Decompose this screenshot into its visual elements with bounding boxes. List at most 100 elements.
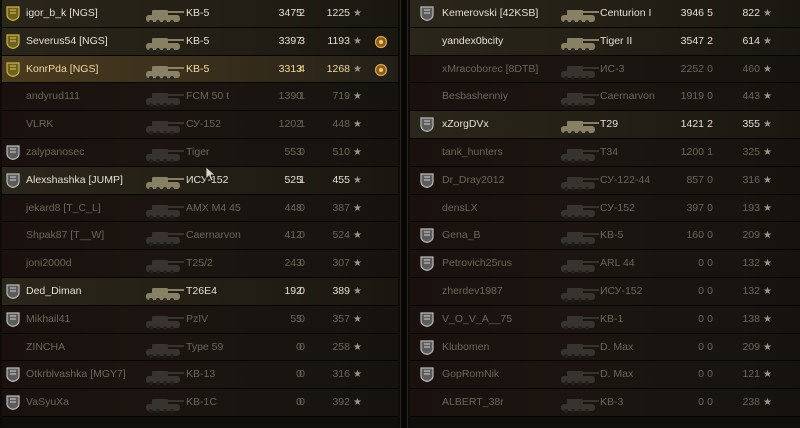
damage-score: 857 bbox=[686, 173, 704, 186]
player-name[interactable]: VLRK bbox=[26, 111, 156, 138]
player-row[interactable]: Kemerovski [42KSB] Centurion I 3946 5 822 ★ bbox=[410, 0, 800, 28]
player-name[interactable]: VaSyuXa bbox=[26, 389, 156, 416]
experience-value: 325 bbox=[742, 145, 760, 158]
player-row[interactable]: V_O_V_A__75 KB-1 0 0 138 ★ bbox=[410, 305, 800, 334]
player-row[interactable]: Alexshashka [JUMP] ИСУ-152 525 1 455 ★ bbox=[2, 166, 398, 195]
player-row[interactable]: andyrud111 FCM 50 t 1390 1 719 ★ bbox=[2, 83, 398, 112]
player-row[interactable]: Ded_Diman T26E4 192 0 389 ★ bbox=[2, 277, 398, 306]
player-name[interactable]: V_O_V_A__75 bbox=[442, 306, 572, 333]
player-name[interactable]: joni2000d bbox=[26, 250, 156, 277]
player-name[interactable]: ZINCHA bbox=[26, 334, 156, 361]
player-name[interactable]: Otkrblvashka [MGY7] bbox=[26, 361, 156, 388]
tank-silhouette-icon bbox=[140, 280, 186, 304]
player-name[interactable]: densLX bbox=[442, 195, 572, 222]
player-row[interactable]: ZINCHA Type 59 0 0 258 ★ bbox=[2, 333, 398, 362]
kills-count: 0 bbox=[707, 201, 713, 214]
tank-silhouette-icon bbox=[140, 30, 186, 54]
player-name[interactable]: GopRomNik bbox=[442, 361, 572, 388]
player-name[interactable]: Kemerovski [42KSB] bbox=[442, 0, 572, 27]
kills-count: 0 bbox=[299, 284, 305, 297]
player-name[interactable]: Dr_Dray2012 bbox=[442, 167, 572, 194]
right-team-list: Kemerovski [42KSB] Centurion I 3946 5 822 ★ ya… bbox=[410, 0, 800, 428]
player-name[interactable]: xZorgDVx bbox=[442, 111, 572, 138]
tank-silhouette-icon bbox=[555, 280, 601, 304]
player-row[interactable]: VaSyuXa KB-1C 0 0 392 ★ bbox=[2, 389, 398, 417]
player-name[interactable]: jekard8 [T_C_L] bbox=[26, 195, 156, 222]
player-row[interactable]: xZorgDVx T29 1421 2 355 ★ bbox=[410, 111, 800, 139]
player-name[interactable]: igor_b_k [NGS] bbox=[26, 0, 156, 27]
player-row[interactable]: densLX СУ-152 397 0 193 ★ bbox=[410, 194, 800, 223]
shield-rank-icon bbox=[6, 61, 20, 77]
damage-score: 0 bbox=[296, 368, 302, 381]
player-row[interactable]: Severus54 [NGS] KB-5 3397 3 1193 ★ bbox=[2, 27, 398, 56]
player-row[interactable]: Shpak87 [T__W] Caernarvon 412 0 524 ★ bbox=[2, 222, 398, 251]
shield-rank-icon bbox=[6, 34, 20, 49]
tank-silhouette-icon bbox=[140, 169, 186, 193]
damage-score: 1200 bbox=[680, 145, 704, 158]
damage-score: 1390 bbox=[278, 90, 302, 103]
tank-silhouette-icon bbox=[555, 336, 601, 360]
player-name[interactable]: zherdev1987 bbox=[442, 278, 572, 305]
shield-rank-icon bbox=[420, 173, 434, 188]
player-row[interactable]: GopRomNik D. Max 0 0 121 ★ bbox=[410, 361, 800, 390]
kills-count: 0 bbox=[707, 284, 713, 297]
player-row[interactable]: tank_hunters T34 1200 1 325 ★ bbox=[410, 138, 800, 167]
player-name[interactable]: Alexshashka [JUMP] bbox=[26, 167, 156, 194]
player-name[interactable]: Gena_B bbox=[442, 222, 572, 249]
player-row[interactable]: Otkrblvashka [MGY7] KB-13 0 0 316 ★ bbox=[2, 361, 398, 390]
player-name[interactable]: Shpak87 [T__W] bbox=[26, 222, 156, 249]
player-row[interactable]: jekard8 [T_C_L] AMX M4 45 448 0 387 ★ bbox=[2, 194, 398, 223]
player-row[interactable]: VLRK СУ-152 1202 1 448 ★ bbox=[2, 111, 398, 139]
player-name[interactable]: Petrovich25rus bbox=[442, 250, 572, 277]
player-row[interactable]: Dr_Dray2012 СУ-122-44 857 0 316 ★ bbox=[410, 166, 800, 195]
player-row[interactable]: zherdev1987 ИСУ-152 0 0 132 ★ bbox=[410, 277, 800, 306]
player-row[interactable]: Mikhail41 PzIV 55 0 357 ★ bbox=[2, 305, 398, 334]
player-name[interactable]: Klubomen bbox=[442, 334, 572, 361]
player-name[interactable]: Severus54 [NGS] bbox=[26, 28, 156, 55]
player-row[interactable]: yandex0bcity Tiger II 3547 2 614 ★ bbox=[410, 27, 800, 56]
tank-silhouette-icon bbox=[555, 85, 601, 109]
player-row[interactable]: Klubomen D. Max 0 0 209 ★ bbox=[410, 333, 800, 362]
player-name[interactable]: Mikhail41 bbox=[26, 306, 156, 333]
player-row[interactable]: Besbashenniy Caernarvon 1919 0 443 ★ bbox=[410, 83, 800, 112]
player-name[interactable]: tank_hunters bbox=[442, 139, 572, 166]
experience-value: 238 bbox=[742, 396, 760, 409]
kills-count: 0 bbox=[707, 62, 713, 75]
experience-value: 443 bbox=[742, 90, 760, 103]
player-name[interactable]: Ded_Diman bbox=[26, 278, 156, 305]
damage-score: 1202 bbox=[278, 118, 302, 131]
star-icon: ★ bbox=[763, 174, 772, 186]
player-name[interactable]: ALBERT_38r bbox=[442, 389, 572, 416]
player-row[interactable]: Petrovich25rus ARL 44 0 0 132 ★ bbox=[410, 250, 800, 278]
star-icon: ★ bbox=[353, 174, 362, 186]
battle-results-board: igor_b_k [NGS] KB-5 3475 2 1225 ★ Severus54 [N… bbox=[0, 0, 800, 428]
player-row[interactable]: zalypanosec Tiger 553 0 510 ★ bbox=[2, 138, 398, 167]
player-row[interactable]: xMracoborec [8DTB] ИС-3 2252 0 460 ★ bbox=[410, 55, 800, 84]
player-name[interactable]: andyrud111 bbox=[26, 83, 156, 110]
shield-rank-icon bbox=[6, 367, 20, 383]
player-name[interactable]: xMracoborec [8DTB] bbox=[442, 56, 572, 83]
experience-value: 448 bbox=[332, 118, 350, 131]
player-name[interactable]: KonrPda [NGS] bbox=[26, 56, 156, 83]
player-name[interactable]: yandex0bcity bbox=[442, 28, 572, 55]
experience-value: 316 bbox=[332, 368, 350, 381]
shield-rank-icon bbox=[6, 6, 20, 21]
experience-value: 132 bbox=[742, 257, 760, 270]
star-icon: ★ bbox=[763, 285, 772, 297]
player-row[interactable]: ALBERT_38r KB-3 0 0 238 ★ bbox=[410, 389, 800, 417]
experience-value: 1268 bbox=[326, 62, 350, 75]
player-row[interactable]: igor_b_k [NGS] KB-5 3475 2 1225 ★ bbox=[2, 0, 398, 28]
shield-rank-icon bbox=[420, 339, 434, 355]
star-icon: ★ bbox=[763, 8, 772, 19]
damage-score: 0 bbox=[698, 368, 704, 381]
player-name[interactable]: Besbashenniy bbox=[442, 83, 572, 110]
kills-count: 0 bbox=[299, 229, 305, 242]
player-row[interactable]: KonrPda [NGS] KB-5 3313 4 1268 ★ bbox=[2, 55, 398, 84]
experience-value: 719 bbox=[332, 90, 350, 103]
star-icon: ★ bbox=[353, 258, 362, 270]
player-name[interactable]: zalypanosec bbox=[26, 139, 156, 166]
player-row[interactable]: joni2000d T25/2 243 0 307 ★ bbox=[2, 250, 398, 278]
medal-icon bbox=[374, 63, 388, 77]
player-row[interactable]: Gena_B KB-5 160 0 209 ★ bbox=[410, 222, 800, 251]
star-icon: ★ bbox=[353, 35, 362, 47]
